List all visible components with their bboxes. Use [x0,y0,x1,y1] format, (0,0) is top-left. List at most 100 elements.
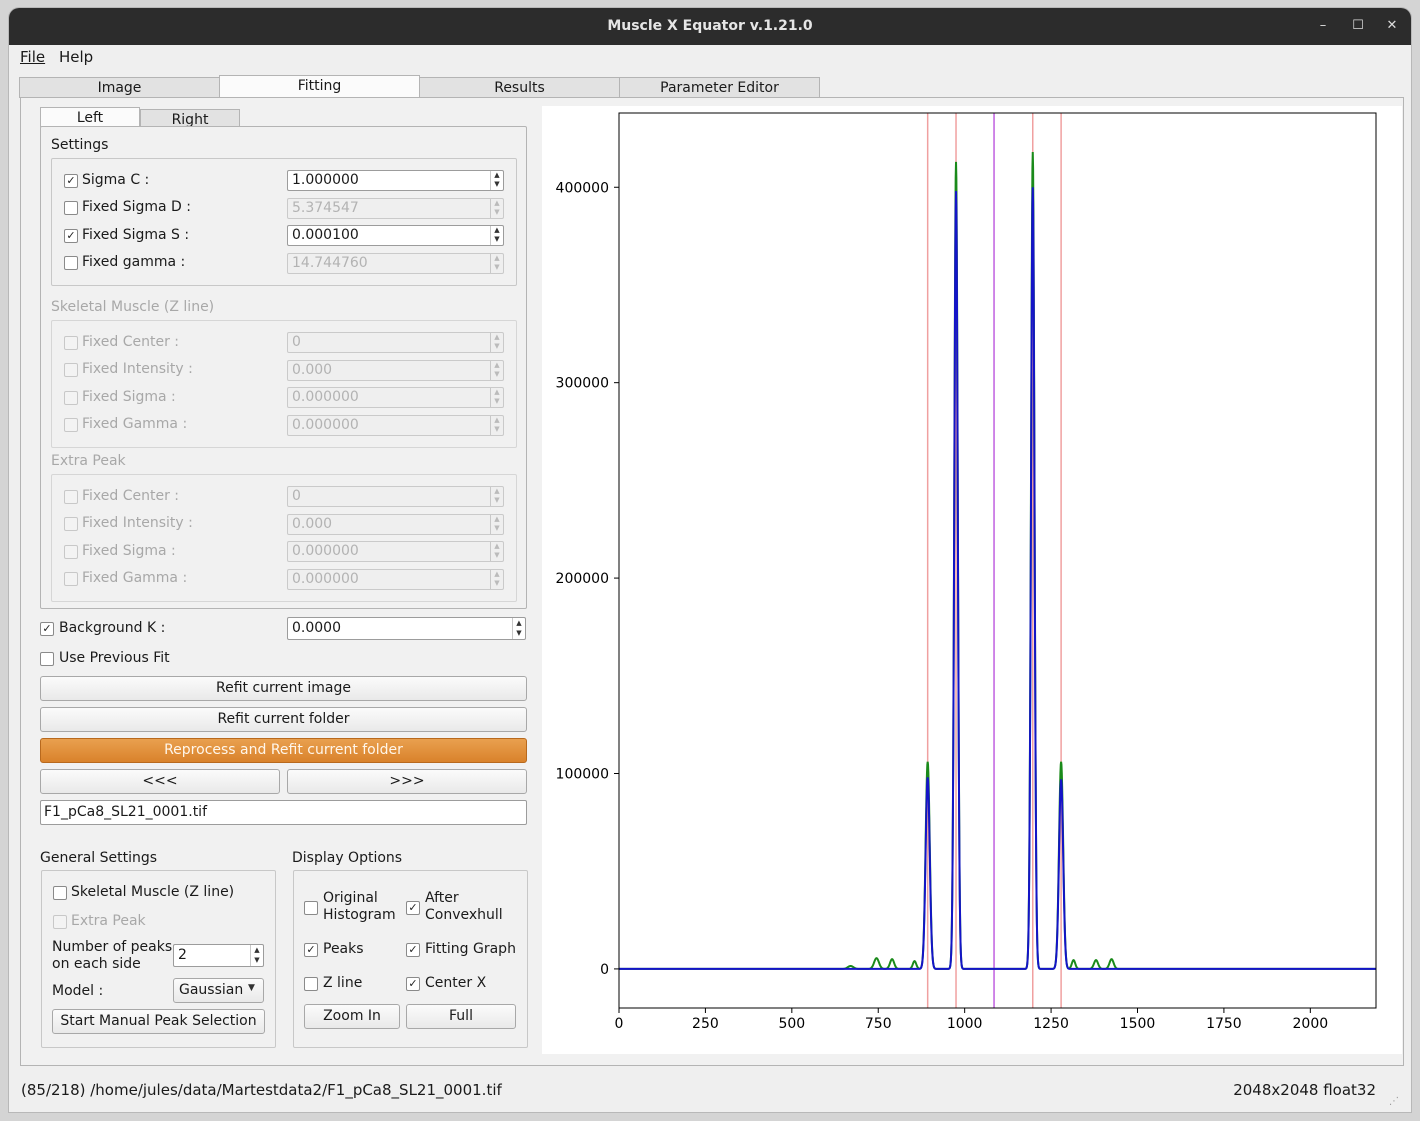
skeletal-fixed-center-spinbox[interactable]: 0 ▲ ▼ [287,332,504,353]
num-peaks-label: Number of peaks [52,939,173,955]
zoom-in-button[interactable]: Zoom In [304,1004,400,1029]
fixed-sigma-s-checkbox[interactable]: ✓ [64,229,78,243]
filename-field[interactable]: F1_pCa8_SL21_0001.tif [40,800,527,825]
chart-area[interactable]: 0 250 500 750 1000 1250 1500 1750 2000 0 100000 200… [542,106,1402,1054]
tab-right[interactable]: Right [140,109,240,128]
extra-fixed-intensity-value: 0.000 [292,516,333,532]
extra-fixed-center-value: 0 [292,488,301,504]
sigma-c-checkbox[interactable]: ✓ [64,174,78,188]
fixed-gamma-value: 14.744760 [292,255,368,271]
manual-peak-button[interactable]: Start Manual Peak Selection [52,1009,265,1034]
skeletal-fixed-center-checkbox[interactable] [64,336,78,350]
center-x-checkbox[interactable]: ✓ [406,977,420,991]
extra-fixed-intensity-label: Fixed Intensity : [82,515,193,531]
after-convexhull-label: After [425,890,459,906]
num-peaks-label-line2: on each side [52,956,141,972]
z-line-checkbox[interactable] [304,977,318,991]
next-button[interactable]: >>> [287,769,527,794]
tab-image[interactable]: Image [19,77,220,98]
fixed-sigma-d-checkbox[interactable] [64,201,78,215]
fitting-pane: Left Right Settings ✓ Sigma C : 1.000000… [20,97,1404,1066]
x-tick-label: 2000 [1293,1016,1329,1032]
close-icon[interactable]: ✕ [1382,16,1402,36]
skeletal-fixed-sigma-value: 0.000000 [292,389,359,405]
skeletal-fixed-intensity-label: Fixed Intensity : [82,361,193,377]
fixed-gamma-spinbox[interactable]: 14.744760 ▲ ▼ [287,253,504,274]
sigma-c-value: 1.000000 [292,172,359,188]
fitting-graph-checkbox[interactable]: ✓ [406,943,420,957]
fixed-sigma-s-label: Fixed Sigma S : [82,227,190,243]
extra-fixed-gamma-label: Fixed Gamma : [82,570,188,586]
refit-image-button[interactable]: Refit current image [40,676,527,701]
sigma-c-label: Sigma C : [82,172,150,188]
chevron-down-icon: ▼ [248,983,255,993]
title-bar[interactable]: Muscle X Equator v.1.21.0 – ☐ ✕ [9,8,1411,45]
maximize-icon[interactable]: ☐ [1348,16,1368,36]
extra-fixed-sigma-checkbox[interactable] [64,545,78,559]
fitting-chart[interactable]: 0 250 500 750 1000 1250 1500 1750 2000 0 100000 200… [542,106,1402,1054]
skeletal-fixed-sigma-label: Fixed Sigma : [82,389,176,405]
sigma-c-spinbox[interactable]: 1.000000 ▲ ▼ [287,170,504,191]
peaks-label: Peaks [323,941,364,957]
fit-series-line [619,187,1376,970]
original-histogram-checkbox[interactable] [304,901,318,915]
extra-fixed-gamma-spinbox[interactable]: 0.000000 ▲ ▼ [287,569,504,590]
display-options-title: Display Options [292,850,403,866]
tab-left[interactable]: Left [40,107,140,127]
skeletal-fixed-intensity-spinbox[interactable]: 0.000 ▲ ▼ [287,360,504,381]
display-options-group: Original Histogram ✓ After Convexhull ✓ … [293,870,528,1048]
extra-peak-group: Fixed Center : 0 ▲ ▼ Fixed Intensity : 0.0… [51,474,517,602]
y-tick-label: 300000 [556,376,609,392]
skeletal-fixed-intensity-checkbox[interactable] [64,363,78,377]
refit-folder-button[interactable]: Refit current folder [40,707,527,732]
after-convexhull-label-line2: Convexhull [425,907,503,923]
tab-fitting[interactable]: Fitting [219,75,420,99]
x-tick-label: 0 [615,1016,624,1032]
general-settings-title: General Settings [40,850,158,866]
fixed-sigma-s-spinbox[interactable]: 0.000100 ▲ ▼ [287,225,504,246]
extra-fixed-sigma-spinbox[interactable]: 0.000000 ▲ ▼ [287,541,504,562]
resize-grip-icon[interactable]: ⋰ [1389,1096,1399,1107]
fixed-gamma-checkbox[interactable] [64,256,78,270]
skeletal-fixed-sigma-spinbox[interactable]: 0.000000 ▲ ▼ [287,387,504,408]
extra-fixed-intensity-spinbox[interactable]: 0.000 ▲ ▼ [287,514,504,535]
extra-peak-label: Extra Peak [71,913,146,929]
peaks-checkbox[interactable]: ✓ [304,943,318,957]
extra-peak-checkbox[interactable] [53,915,67,929]
settings-title: Settings [51,137,109,153]
skeletal-muscle-checkbox[interactable] [53,886,67,900]
extra-fixed-gamma-checkbox[interactable] [64,572,78,586]
menu-file[interactable]: File [20,48,45,66]
prev-button[interactable]: <<< [40,769,280,794]
background-k-spinbox[interactable]: 0.0000 ▲ ▼ [287,617,526,640]
tab-parameter-editor[interactable]: Parameter Editor [619,77,820,98]
background-k-checkbox[interactable]: ✓ [40,622,54,636]
extra-fixed-center-spinbox[interactable]: 0 ▲ ▼ [287,486,504,507]
fixed-sigma-s-value: 0.000100 [292,227,359,243]
tab-results[interactable]: Results [419,77,620,98]
full-button[interactable]: Full [406,1004,516,1029]
skeletal-fixed-gamma-value: 0.000000 [292,417,359,433]
x-tick-label: 750 [865,1016,892,1032]
skeletal-fixed-gamma-checkbox[interactable] [64,418,78,432]
model-select[interactable]: Gaussian ▼ [173,978,264,1003]
skeletal-fixed-gamma-label: Fixed Gamma : [82,416,188,432]
num-peaks-spinbox[interactable]: 2 ▲ ▼ [173,944,264,967]
menu-help[interactable]: Help [59,48,93,66]
after-convexhull-checkbox[interactable]: ✓ [406,901,420,915]
x-tick-label: 500 [778,1016,805,1032]
extra-fixed-center-checkbox[interactable] [64,490,78,504]
fixed-sigma-d-spinbox[interactable]: 5.374547 ▲ ▼ [287,198,504,219]
use-previous-fit-checkbox[interactable] [40,652,54,666]
fitting-graph-label: Fitting Graph [425,941,516,957]
skeletal-fixed-sigma-checkbox[interactable] [64,391,78,405]
reprocess-folder-button[interactable]: Reprocess and Refit current folder [40,738,527,763]
skeletal-title: Skeletal Muscle (Z line) [51,299,215,315]
extra-fixed-intensity-checkbox[interactable] [64,517,78,531]
skeletal-fixed-gamma-spinbox[interactable]: 0.000000 ▲ ▼ [287,415,504,436]
fixed-sigma-d-label: Fixed Sigma D : [82,199,192,215]
model-value: Gaussian [179,982,244,998]
minimize-icon[interactable]: – [1313,16,1333,36]
use-previous-fit-label: Use Previous Fit [59,650,170,666]
extra-fixed-center-label: Fixed Center : [82,488,180,504]
